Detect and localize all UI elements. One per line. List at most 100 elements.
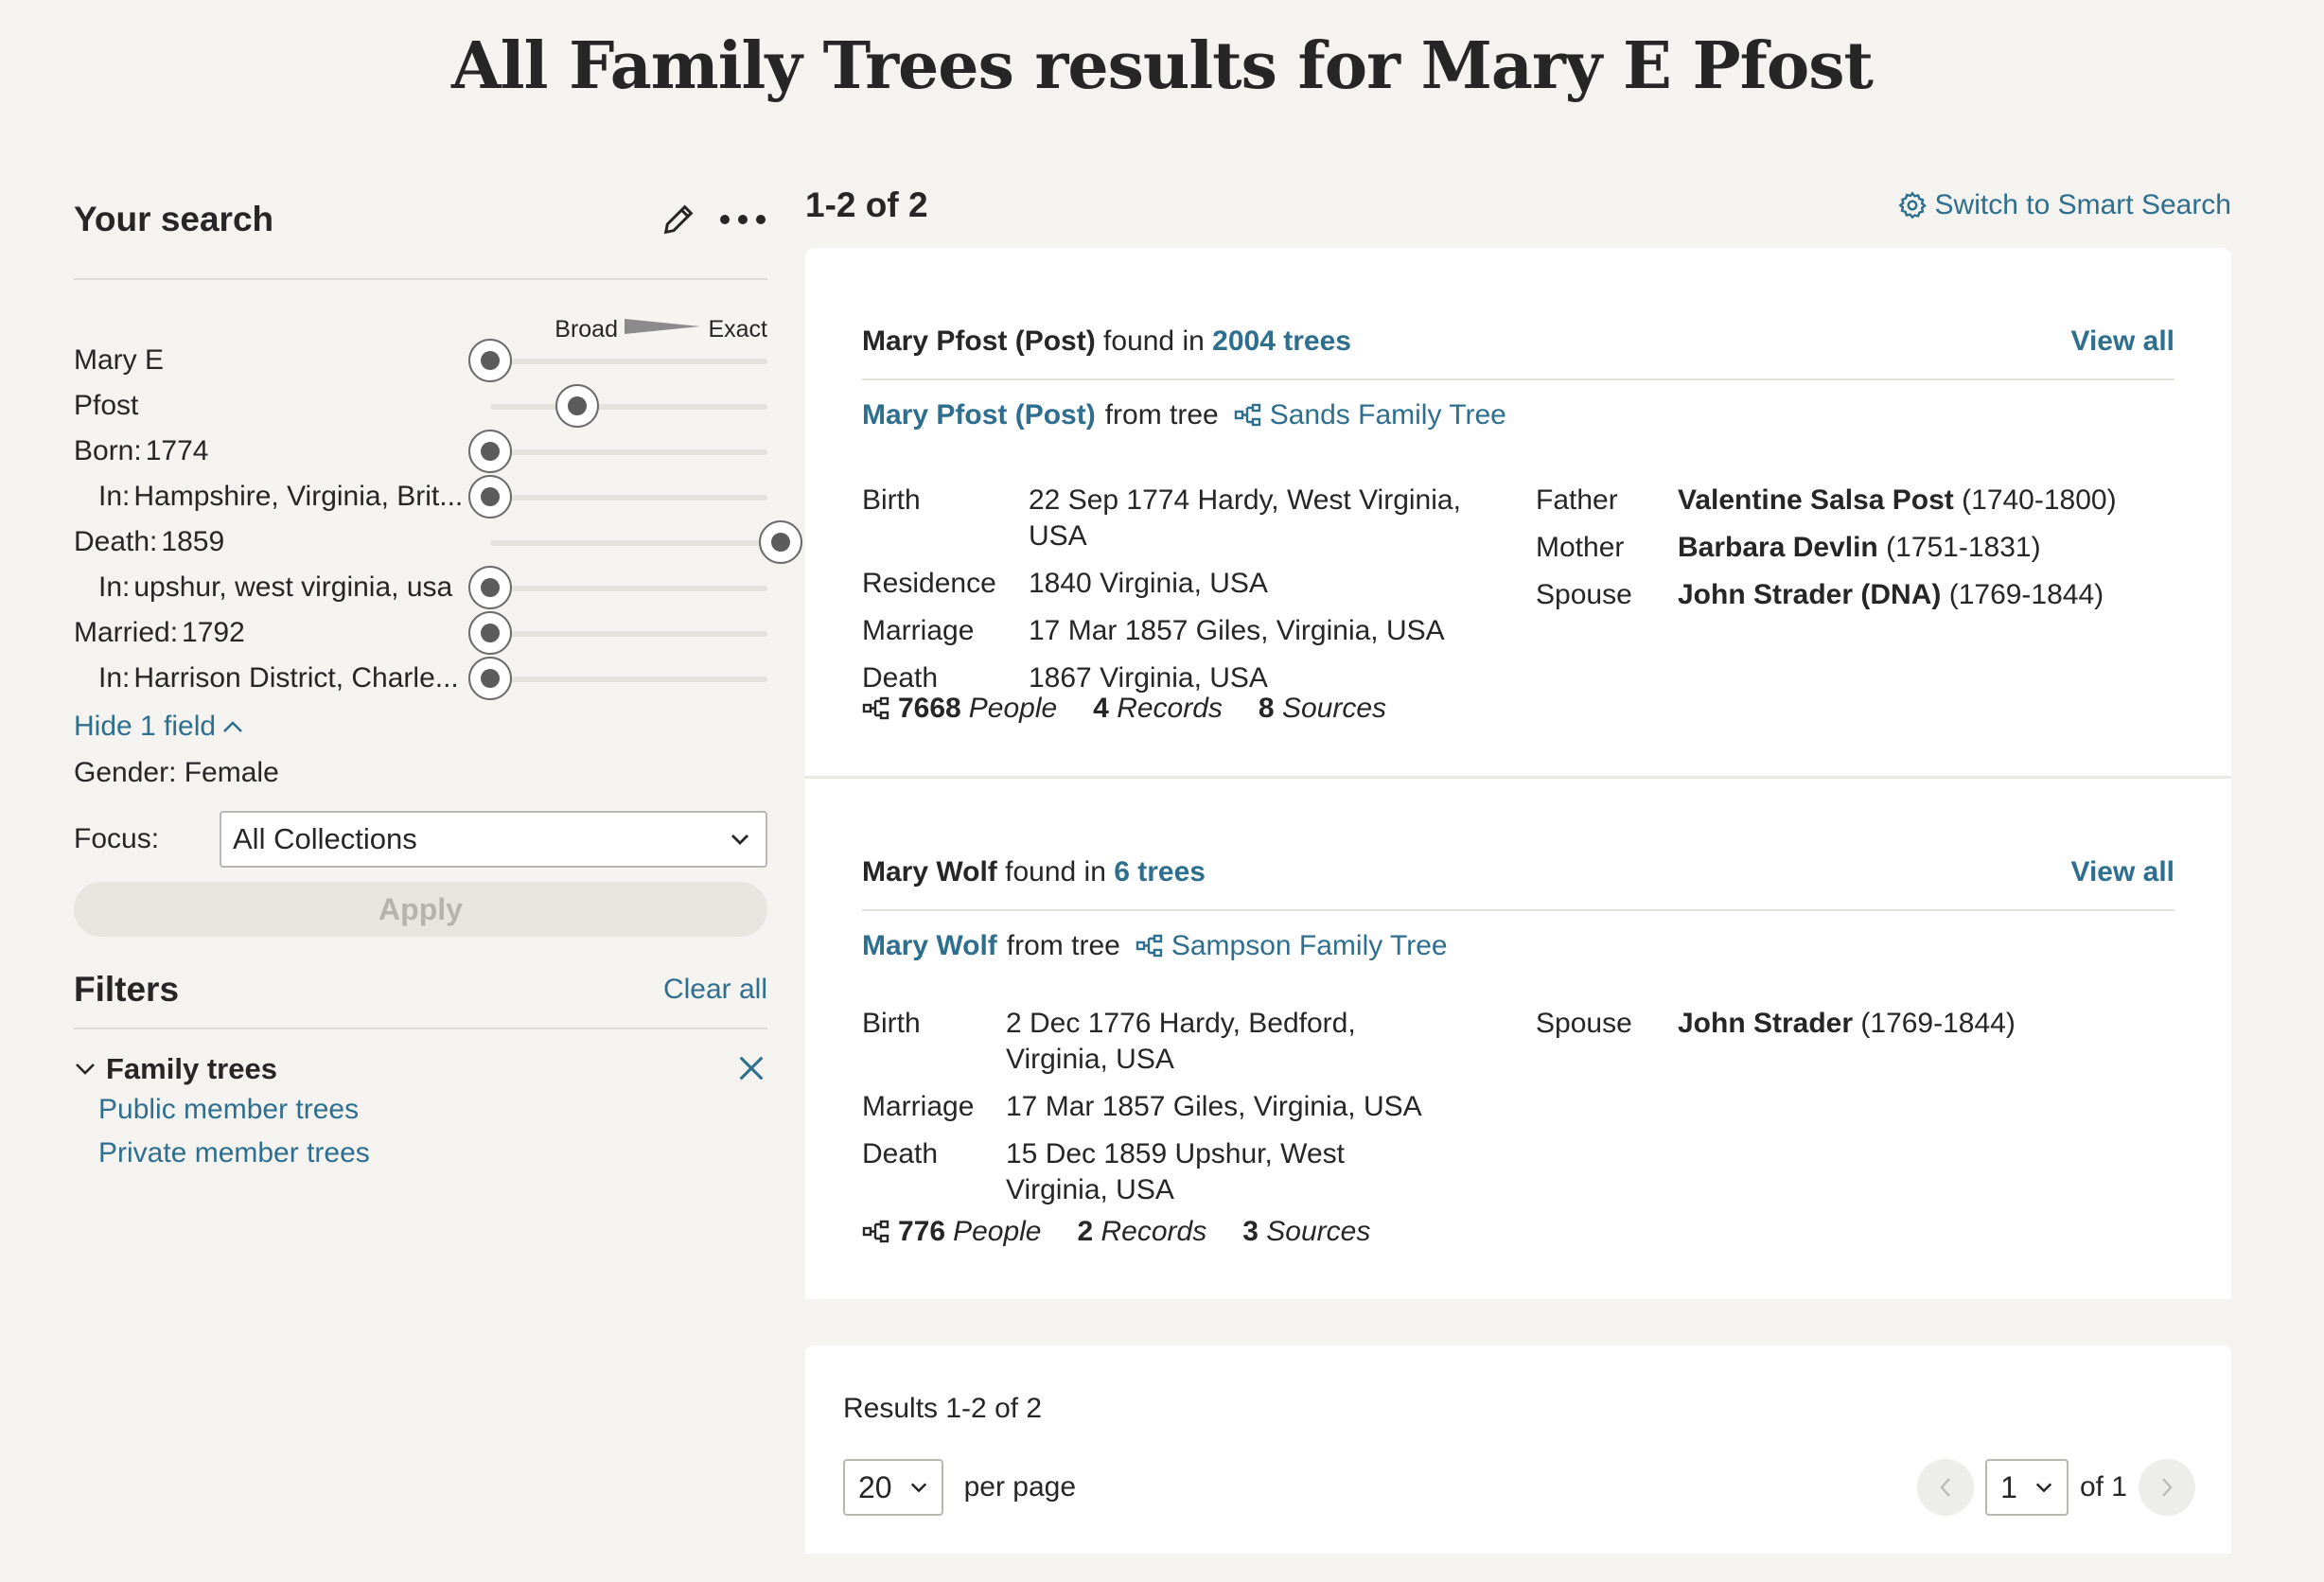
focus-select[interactable]: All Collections: [220, 811, 767, 868]
sources-stat: 8 Sources: [1259, 693, 1386, 725]
from-tree-label: from tree: [1006, 930, 1120, 961]
result-summary: Mary Pfost (Post) found in 2004 trees: [862, 325, 1351, 358]
per-page-select[interactable]: 20: [843, 1459, 943, 1516]
chevron-down-icon: [910, 1483, 926, 1493]
match-slider-handle[interactable]: [555, 384, 600, 428]
records-count: 4: [1093, 693, 1109, 724]
relation-name: John Strader: [1678, 1008, 1854, 1039]
match-slider-handle[interactable]: [759, 520, 802, 564]
search-field-row: Mary E: [74, 337, 767, 382]
results-count: 1-2 of 2: [805, 185, 928, 224]
tree-link[interactable]: Sands Family Tree: [1234, 399, 1506, 431]
fact-label: Birth: [862, 484, 921, 516]
facts-list: Birth 2 Dec 1776 Hardy, Bedford, Virginia…: [862, 1006, 1441, 1220]
chevron-down-icon: [76, 1063, 95, 1075]
results-total: Results 1-2 of 2: [843, 1393, 1043, 1424]
sources-count: 3: [1242, 1216, 1259, 1247]
results-card: Mary Pfost (Post) found in 2004 trees Vie…: [805, 248, 2231, 1299]
relation-years: (1769-1844): [1860, 1008, 2016, 1039]
trees-count-link[interactable]: 6 trees: [1114, 856, 1206, 888]
search-field-row: Born: 1774: [74, 428, 767, 473]
close-icon[interactable]: [735, 1052, 767, 1089]
page-select[interactable]: 1: [1985, 1459, 2069, 1516]
tree-icon: [1234, 403, 1260, 427]
match-slider-handle[interactable]: [468, 611, 512, 655]
sources-label: Sources: [1281, 693, 1387, 724]
tree-icon: [862, 1220, 889, 1243]
filters-header: Filters Clear all: [74, 965, 767, 1014]
match-slider-handle[interactable]: [468, 475, 512, 519]
view-all-link[interactable]: View all: [2070, 856, 2174, 888]
next-page-button[interactable]: [2139, 1459, 2195, 1516]
search-field-label: Mary E: [74, 344, 164, 377]
view-all-link[interactable]: View all: [2070, 325, 2174, 358]
per-page-control: 20 per page: [843, 1459, 1076, 1516]
match-slider-track[interactable]: [490, 404, 767, 410]
fact-label: Marriage: [862, 615, 975, 646]
private-member-trees-link[interactable]: Private member trees: [98, 1132, 767, 1175]
scale-wedge-icon: [625, 319, 700, 334]
person-link[interactable]: Mary Wolf: [862, 930, 997, 962]
fact-value: 17 Mar 1857 Giles, Virginia, USA: [1029, 615, 1445, 646]
search-field-row: In: Harrison District, Charle...: [74, 655, 767, 700]
records-stat: 4 Records: [1093, 693, 1223, 725]
tree-icon: [862, 696, 889, 720]
person-link[interactable]: Mary Pfost (Post): [862, 399, 1096, 431]
match-slider-track[interactable]: [490, 586, 767, 591]
public-member-trees-link[interactable]: Public member trees: [98, 1088, 767, 1132]
result-header: Mary Wolf found in 6 trees View all: [862, 856, 2174, 888]
search-field-key: Death:: [74, 526, 158, 557]
match-slider-track[interactable]: [490, 449, 767, 455]
relation-label: Spouse: [1536, 579, 1632, 610]
fact-row: Death 15 Dec 1859 Upshur, West Virginia, …: [862, 1136, 1441, 1208]
relation-years: (1751-1831): [1886, 532, 2041, 563]
relation-years: (1769-1844): [1948, 579, 2104, 610]
smart-search-label: Switch to Smart Search: [1934, 189, 2231, 220]
fact-value: 1867 Virginia, USA: [1029, 662, 1268, 694]
fact-label: Birth: [862, 1008, 921, 1039]
family-trees-toggle[interactable]: Family trees: [74, 1050, 767, 1088]
clear-all-link[interactable]: Clear all: [663, 974, 767, 1006]
match-slider-track[interactable]: [490, 359, 767, 364]
search-field-key: Married:: [74, 617, 179, 648]
fact-row: Death 1867 Virginia, USA: [862, 660, 1464, 696]
previous-page-button[interactable]: [1917, 1459, 1975, 1516]
found-in-label: found in: [1005, 856, 1106, 888]
result-divider: [862, 378, 2174, 380]
more-options-icon[interactable]: [718, 212, 767, 227]
gear-icon: [1897, 191, 1927, 220]
search-field-label: Death: 1859: [74, 526, 224, 558]
apply-button[interactable]: Apply: [74, 882, 767, 937]
tree-stats: 7668 People 4 Records 8 Sources: [862, 693, 1386, 725]
fact-value: 17 Mar 1857 Giles, Virginia, USA: [1006, 1091, 1422, 1122]
match-slider-handle[interactable]: [468, 339, 512, 382]
fact-value: 1840 Virginia, USA: [1029, 568, 1268, 599]
relation-row: Mother Barbara Devlin (1751-1831): [1536, 530, 2117, 566]
trees-count-link[interactable]: 2004 trees: [1212, 325, 1351, 357]
search-field-key: In:: [98, 662, 131, 694]
search-field-value: Pfost: [74, 390, 139, 421]
tree-link[interactable]: Sampson Family Tree: [1136, 930, 1448, 962]
match-slider-track[interactable]: [490, 631, 767, 637]
filters-title: Filters: [74, 970, 180, 1009]
focus-label: Focus:: [74, 823, 160, 854]
match-slider-handle[interactable]: [468, 657, 512, 700]
pencil-icon[interactable]: [660, 201, 697, 238]
fact-row: Marriage 17 Mar 1857 Giles, Virginia, USA: [862, 613, 1464, 649]
result-item: Mary Wolf found in 6 trees View all Mary W…: [805, 776, 2231, 1299]
fact-row: Birth 2 Dec 1776 Hardy, Bedford, Virginia…: [862, 1006, 1441, 1078]
from-tree-label: from tree: [1104, 399, 1219, 431]
filters-divider: [74, 1028, 767, 1029]
result-summary: Mary Wolf found in 6 trees: [862, 856, 1206, 888]
relation-row: Father Valentine Salsa Post (1740-1800): [1536, 483, 2117, 519]
match-slider-track[interactable]: [490, 495, 767, 501]
switch-smart-search-link[interactable]: Switch to Smart Search: [1897, 189, 2231, 221]
hide-fields-link[interactable]: Hide 1 field: [74, 706, 767, 747]
match-slider-handle[interactable]: [468, 566, 512, 609]
search-field-row: Married: 1792: [74, 609, 767, 655]
chevron-down-icon: [2035, 1483, 2052, 1493]
match-slider-track[interactable]: [490, 677, 767, 682]
match-slider-handle[interactable]: [468, 430, 512, 473]
result-header: Mary Pfost (Post) found in 2004 trees Vie…: [862, 325, 2174, 358]
match-slider-track[interactable]: [490, 540, 767, 546]
